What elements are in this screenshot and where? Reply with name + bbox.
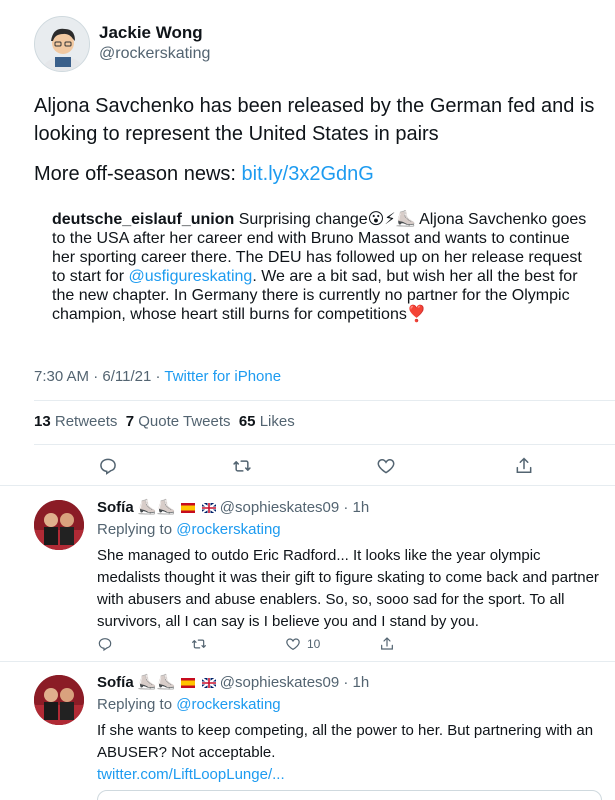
avatar-illustration	[35, 17, 89, 71]
skate-icon: ⛸️	[137, 674, 157, 691]
reply-button[interactable]	[96, 454, 120, 478]
tweet-stats: 13 Retweets 7 Quote Tweets 65 Likes	[34, 413, 295, 430]
spain-flag-icon	[181, 503, 196, 514]
replying-label: Replying to	[97, 521, 177, 538]
reply-icon	[100, 458, 116, 475]
author-handle[interactable]: @rockerskating	[99, 43, 210, 65]
skate-icon: ⛸️	[156, 499, 176, 516]
tweet-header: Jackie Wong @rockerskating	[34, 16, 210, 72]
reply-header: Sofía ⛸️⛸️ @sophieskates09 · 1h	[97, 674, 369, 692]
like-count: 10	[307, 637, 321, 651]
quote-mention[interactable]: @usfigureskating	[128, 268, 252, 285]
share-button[interactable]	[379, 636, 395, 652]
quote-account[interactable]: deutsche_eislauf_union	[52, 211, 234, 228]
author-block: Jackie Wong @rockerskating	[99, 23, 210, 65]
likes-label[interactable]: Likes	[256, 413, 295, 430]
like-icon	[377, 458, 395, 474]
replying-label: Replying to	[97, 696, 177, 713]
tweet-more-line: More off-season news: bit.ly/3x2GdnG	[34, 160, 604, 188]
reply-text: If she wants to keep competing, all the …	[97, 722, 594, 761]
reply-header: Sofía ⛸️⛸️ @sophieskates09 · 1h	[97, 499, 369, 517]
link-preview-card[interactable]	[97, 790, 602, 800]
more-prefix: More off-season news:	[34, 163, 242, 185]
reply-handle-time[interactable]: @sophieskates09 · 1h	[220, 499, 369, 516]
uk-flag-icon	[201, 503, 216, 514]
reply-author-name[interactable]: Sofía	[97, 674, 134, 691]
reply-button[interactable]	[97, 636, 113, 652]
like-icon	[286, 638, 300, 651]
divider	[34, 400, 615, 401]
avatar-photo	[34, 675, 84, 725]
tweet-timestamp[interactable]: 7:30 AM · 6/11/21 ·	[34, 368, 164, 385]
retweet-button[interactable]	[230, 454, 254, 478]
avatar-photo	[34, 500, 84, 550]
share-icon	[516, 457, 532, 473]
divider	[0, 661, 615, 662]
reply-text: She managed to outdo Eric Radford... It …	[97, 547, 599, 630]
share-button[interactable]	[512, 454, 536, 478]
replying-mention[interactable]: @rockerskating	[176, 521, 280, 538]
share-icon	[381, 637, 393, 650]
retweet-icon	[233, 460, 251, 472]
quote-count[interactable]: 7	[126, 413, 134, 430]
retweets-label[interactable]: Retweets	[51, 413, 126, 430]
like-button[interactable]	[374, 454, 398, 478]
replying-to: Replying to @rockerskating	[97, 521, 281, 538]
tweet-meta: 7:30 AM · 6/11/21 · Twitter for iPhone	[34, 368, 281, 385]
divider	[34, 444, 615, 445]
replying-mention[interactable]: @rockerskating	[176, 696, 280, 713]
skate-icon: ⛸️	[156, 674, 176, 691]
reply-icon	[98, 638, 112, 652]
reply-avatar[interactable]	[34, 500, 84, 550]
retweet-button[interactable]	[190, 636, 208, 652]
replying-to: Replying to @rockerskating	[97, 696, 281, 713]
retweet-icon	[192, 639, 206, 649]
tweet-actions	[34, 454, 579, 482]
more-link[interactable]: bit.ly/3x2GdnG	[242, 163, 374, 185]
reply-avatar[interactable]	[34, 675, 84, 725]
tweet-text: Aljona Savchenko has been released by th…	[34, 95, 595, 145]
retweets-count[interactable]: 13	[34, 413, 51, 430]
reply-handle-time[interactable]: @sophieskates09 · 1h	[220, 674, 369, 691]
likes-count[interactable]: 65	[239, 413, 256, 430]
author-name[interactable]: Jackie Wong	[99, 23, 210, 43]
like-button[interactable]: 10	[285, 636, 320, 652]
quoted-text: deutsche_eislauf_union Surprising change…	[52, 210, 597, 324]
tweet-source[interactable]: Twitter for iPhone	[164, 368, 281, 385]
reply-actions: 10	[97, 636, 597, 656]
skate-icon: ⛸️	[137, 499, 157, 516]
spain-flag-icon	[181, 678, 196, 689]
avatar[interactable]	[34, 16, 90, 72]
uk-flag-icon	[201, 678, 216, 689]
divider	[0, 485, 615, 486]
reply-author-name[interactable]: Sofía	[97, 499, 134, 516]
reply-link[interactable]: twitter.com/LiftLoopLunge/...	[97, 764, 602, 786]
quote-label[interactable]: Quote Tweets	[134, 413, 239, 430]
